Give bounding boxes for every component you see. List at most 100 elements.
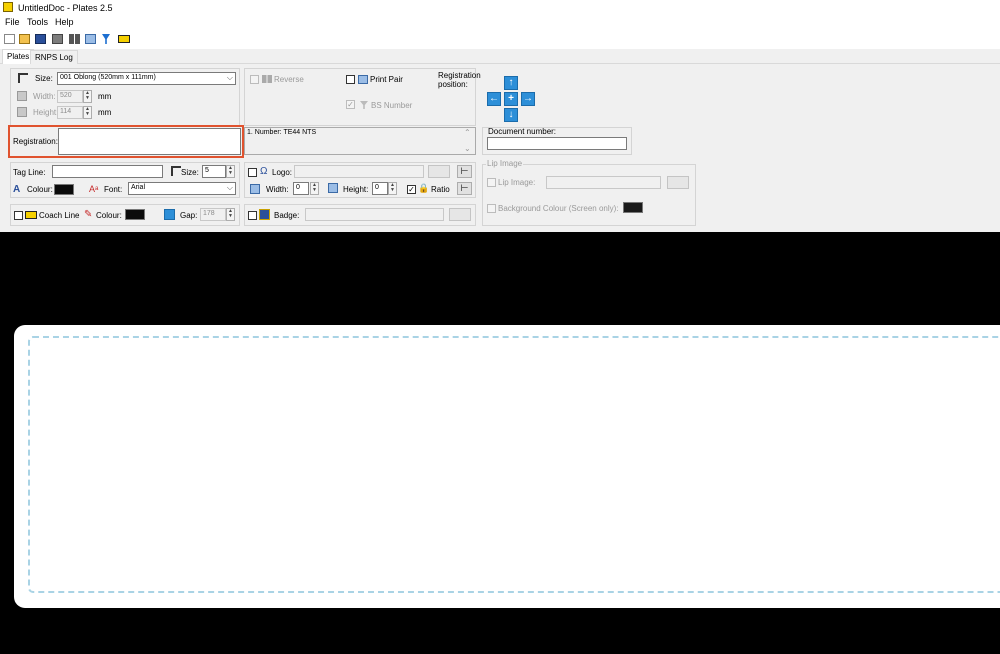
- height-unit: mm: [98, 108, 112, 117]
- size-select[interactable]: 001 Oblong (520mm x 111mm) ⌵: [57, 72, 236, 85]
- width-icon: [17, 91, 27, 101]
- size-icon: [171, 166, 181, 176]
- logo-browse-button[interactable]: [428, 165, 450, 178]
- badge-checkbox[interactable]: [248, 211, 257, 220]
- move-left-button[interactable]: ←: [487, 92, 501, 106]
- menu-file[interactable]: File: [5, 17, 20, 27]
- document-number-label: Document number:: [488, 127, 557, 136]
- coach-line-gap-label: Gap:: [180, 211, 198, 220]
- background-colour-checkbox[interactable]: [487, 204, 496, 213]
- chevron-down-icon: ⌵: [226, 183, 233, 192]
- logo-size-reset-button[interactable]: ⊢: [457, 182, 472, 195]
- reverse-icon: [262, 75, 272, 83]
- save-icon[interactable]: [35, 34, 46, 44]
- badge-path-input[interactable]: [305, 208, 444, 221]
- plate-safe-area: [28, 336, 1000, 593]
- logo-path-input[interactable]: [294, 165, 424, 178]
- logo-width-input[interactable]: 0: [293, 182, 309, 195]
- logo-checkbox[interactable]: [248, 168, 257, 177]
- tab-strip: Plates RNPS Log: [0, 49, 1000, 64]
- tag-line-font-label: Font:: [104, 185, 123, 194]
- gap-icon: [164, 209, 175, 220]
- coach-line-gap-input[interactable]: 178: [200, 208, 226, 221]
- move-up-button[interactable]: ↑: [504, 76, 518, 90]
- bs-number-label: BS Number: [371, 101, 413, 110]
- registration-input[interactable]: [58, 128, 241, 155]
- tag-line-size-stepper[interactable]: ▲ ▼: [226, 165, 235, 178]
- height-stepper[interactable]: ▲ ▼: [83, 106, 92, 119]
- tag-line-size-label: Size:: [181, 168, 199, 177]
- lip-image-checkbox[interactable]: [487, 178, 496, 187]
- print-pair-label: Print Pair: [370, 75, 403, 84]
- open-icon[interactable]: [19, 34, 30, 44]
- app-icon: [3, 2, 13, 12]
- logo-reset-button[interactable]: ⊢: [457, 165, 472, 178]
- coach-line-colour-swatch[interactable]: [125, 209, 145, 220]
- tag-line-colour-label: Colour:: [27, 185, 53, 194]
- move-right-button[interactable]: →: [521, 92, 535, 106]
- lip-image-browse-button[interactable]: [667, 176, 689, 189]
- bs-number-checkbox[interactable]: ✓: [346, 100, 355, 109]
- menu-bar: File Tools Help: [0, 15, 1000, 29]
- background-colour-label: Background Colour (Screen only):: [498, 204, 619, 213]
- reverse-checkbox[interactable]: [250, 75, 259, 84]
- menu-help[interactable]: Help: [55, 17, 74, 27]
- plate-icon[interactable]: [118, 35, 130, 43]
- logo-height-input[interactable]: 0: [372, 182, 388, 195]
- brush-icon: ✎: [84, 209, 93, 220]
- plate-preview-canvas: [0, 232, 1000, 654]
- coach-line-icon: [25, 211, 37, 219]
- filter-icon[interactable]: [102, 34, 110, 44]
- size-icon: [18, 73, 28, 83]
- title-bar: UntitledDoc - Plates 2.5: [0, 0, 1000, 15]
- move-center-button[interactable]: +: [504, 92, 518, 106]
- tag-line-font-select[interactable]: Arial ⌵: [128, 182, 236, 195]
- size-select-value: 001 Oblong (520mm x 111mm): [60, 74, 156, 81]
- tag-line-input[interactable]: [52, 165, 163, 178]
- width-stepper[interactable]: ▲ ▼: [83, 90, 92, 103]
- registration-list-item[interactable]: 1. Number: TE44 NTS: [247, 129, 316, 136]
- tab-rnps-log[interactable]: RNPS Log: [30, 50, 78, 64]
- scroll-up-icon[interactable]: ⌃: [464, 128, 471, 137]
- logo-height-stepper[interactable]: ▲ ▼: [388, 182, 397, 195]
- plate-preview: [14, 325, 1000, 608]
- coach-line-gap-stepper[interactable]: ▲ ▼: [226, 208, 235, 221]
- background-colour-swatch[interactable]: [623, 202, 643, 213]
- width-label: Width:: [33, 92, 56, 101]
- lip-image-path-input[interactable]: [546, 176, 661, 189]
- width-input[interactable]: 520: [57, 90, 83, 103]
- registration-list[interactable]: 1. Number: TE44 NTS: [244, 127, 476, 155]
- logo-height-label: Height:: [343, 185, 369, 194]
- tag-line-colour-swatch[interactable]: [54, 184, 74, 195]
- logo-width-stepper[interactable]: ▲ ▼: [310, 182, 319, 195]
- coach-line-label: Coach Line: [39, 211, 80, 220]
- tag-line-font-value: Arial: [131, 184, 146, 191]
- ratio-checkbox[interactable]: ✓: [407, 185, 416, 194]
- menu-tools[interactable]: Tools: [27, 17, 48, 27]
- coach-line-checkbox[interactable]: [14, 211, 23, 220]
- align-icon[interactable]: [69, 34, 80, 44]
- copy-icon[interactable]: [85, 34, 96, 44]
- new-icon[interactable]: [4, 34, 15, 44]
- scroll-down-icon[interactable]: ⌄: [464, 144, 471, 153]
- badge-browse-button[interactable]: [449, 208, 471, 221]
- badge-label: Badge:: [274, 211, 300, 220]
- height-label: Height:: [33, 108, 59, 117]
- lock-icon: 🔒: [418, 183, 430, 193]
- tag-line-size-input[interactable]: 5: [202, 165, 226, 178]
- move-down-button[interactable]: ↓: [504, 108, 518, 122]
- document-number-input[interactable]: [487, 137, 627, 150]
- registration-label: Registration:: [13, 137, 58, 146]
- height-icon: [328, 183, 338, 193]
- control-panel: Size: 001 Oblong (520mm x 111mm) ⌵ Width…: [0, 64, 1000, 232]
- logo-label: Logo:: [272, 168, 293, 177]
- print-icon[interactable]: [52, 34, 63, 44]
- height-input[interactable]: 114: [57, 106, 83, 119]
- reverse-label: Reverse: [274, 75, 304, 84]
- print-pair-checkbox[interactable]: [346, 75, 355, 84]
- print-pair-icon: [358, 75, 368, 84]
- tag-line-label: Tag Line:: [13, 168, 46, 177]
- lip-image-group-label: Lip Image: [486, 159, 524, 168]
- font-icon: Aᵃ: [89, 184, 99, 194]
- width-unit: mm: [98, 92, 112, 101]
